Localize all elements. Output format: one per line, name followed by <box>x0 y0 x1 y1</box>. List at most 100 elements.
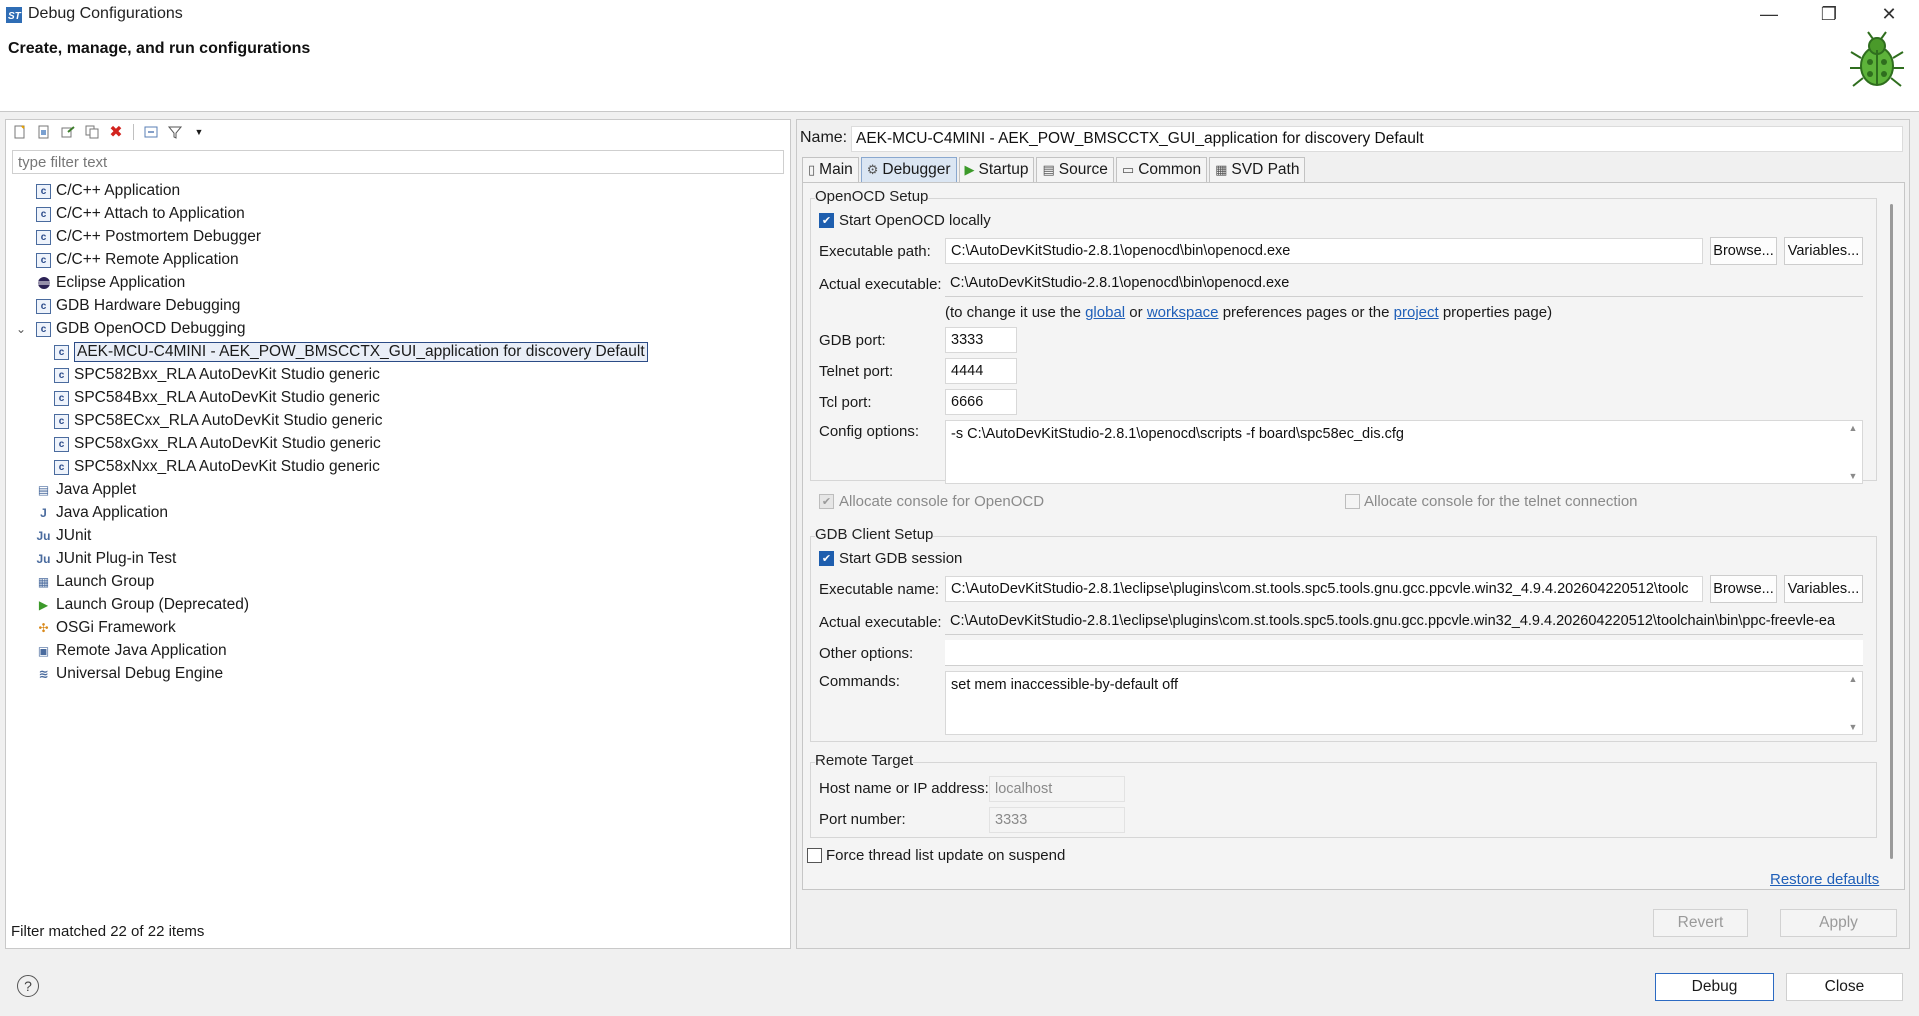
tree-item[interactable]: ▦ Launch Group <box>36 571 154 593</box>
force-thread-update-checkbox[interactable] <box>807 848 822 863</box>
tcl-port-input[interactable]: 6666 <box>945 389 1017 415</box>
tree-item[interactable]: ▤ Java Applet <box>36 479 136 501</box>
c-app-icon: c <box>36 252 51 268</box>
new-config-icon[interactable] <box>10 122 30 142</box>
filter-icon[interactable] <box>165 122 185 142</box>
openocd-variables-button[interactable]: Variables... <box>1784 237 1863 265</box>
start-openocd-checkbox[interactable]: ✔ <box>819 213 834 228</box>
openocd-browse-button[interactable]: Browse... <box>1710 237 1777 265</box>
chevron-down-icon[interactable]: ⌄ <box>16 322 26 336</box>
tab-source[interactable]: ▤ Source <box>1036 157 1114 182</box>
filter-input[interactable] <box>12 150 784 174</box>
tab-startup[interactable]: ▶ Startup <box>958 157 1035 182</box>
project-properties-link[interactable]: project <box>1394 304 1439 321</box>
config-options-textarea[interactable]: -s C:\AutoDevKitStudio-2.8.1\openocd\scr… <box>945 420 1863 484</box>
tree-item[interactable]: c AEK-MCU-C4MINI - AEK_POW_BMSCCTX_GUI_ap… <box>54 341 648 363</box>
chevron-down-icon[interactable]: ▼ <box>189 122 209 142</box>
debug-button[interactable]: Debug <box>1655 973 1774 1001</box>
tree-item[interactable]: c GDB Hardware Debugging <box>36 295 240 317</box>
config-options-scrollbar[interactable]: ▲ ▼ <box>1846 423 1860 481</box>
tab-svd-path[interactable]: ▦ SVD Path <box>1209 157 1306 182</box>
tab-label: Common <box>1138 161 1202 178</box>
tree-item[interactable]: c C/C++ Remote Application <box>36 249 239 271</box>
tree-item-label: SPC58ECxx_RLA AutoDevKit Studio generic <box>74 412 383 429</box>
workspace-preferences-link[interactable]: workspace <box>1147 304 1219 321</box>
preferences-hint: (to change it use the global or workspac… <box>945 304 1552 321</box>
tree-item-label: Universal Debug Engine <box>56 665 224 682</box>
tab-label: Startup <box>978 161 1029 178</box>
tree-item[interactable]: c SPC584Bxx_RLA AutoDevKit Studio generic <box>54 387 380 409</box>
tree-item[interactable]: ≋ Universal Debug Engine <box>36 663 223 685</box>
delete-config-icon[interactable]: ✖ <box>106 122 126 142</box>
tree-item-label: Launch Group <box>56 573 155 590</box>
maximize-button[interactable]: ❐ <box>1800 0 1858 29</box>
start-gdb-session-label: Start GDB session <box>839 550 963 567</box>
new-prototype-icon[interactable] <box>34 122 54 142</box>
tree-item[interactable]: c C/C++ Application <box>36 180 180 202</box>
duplicate-config-icon[interactable] <box>82 122 102 142</box>
commands-textarea[interactable]: set mem inaccessible-by-default off ▲ ▼ <box>945 671 1863 735</box>
tree-item[interactable]: c C/C++ Postmortem Debugger <box>36 226 261 248</box>
tree-item-label: Java Application <box>56 504 169 521</box>
gdb-variables-button[interactable]: Variables... <box>1784 575 1863 603</box>
port-number-label: Port number: <box>819 811 906 828</box>
host-input[interactable]: localhost <box>989 776 1125 802</box>
port-number-input[interactable]: 3333 <box>989 807 1125 833</box>
commands-scrollbar[interactable]: ▲ ▼ <box>1846 674 1860 732</box>
panel-scrollbar[interactable] <box>1890 204 1893 859</box>
allocate-openocd-console-checkbox[interactable]: ✔ <box>819 494 834 509</box>
gdb-exec-name-input[interactable]: C:\AutoDevKitStudio-2.8.1\eclipse\plugin… <box>945 576 1703 602</box>
scroll-up-icon[interactable]: ▲ <box>1849 423 1858 433</box>
tree-item[interactable]: ✣ OSGi Framework <box>36 617 176 639</box>
config-options-text: -s C:\AutoDevKitStudio-2.8.1\openocd\scr… <box>951 426 1404 442</box>
minimize-button[interactable]: — <box>1740 0 1798 29</box>
tree-item[interactable]: ▣ Remote Java Application <box>36 640 227 662</box>
allocate-telnet-console-checkbox[interactable] <box>1345 494 1360 509</box>
tree-item[interactable]: c C/C++ Attach to Application <box>36 203 245 225</box>
tree-item[interactable]: ⌄ c GDB OpenOCD Debugging <box>16 318 246 340</box>
other-options-input[interactable] <box>945 640 1863 666</box>
tree-item[interactable]: Ju JUnit Plug-in Test <box>36 548 176 570</box>
tree-item-label: OSGi Framework <box>56 619 176 636</box>
tree-item[interactable]: c SPC58ECxx_RLA AutoDevKit Studio generic <box>54 410 382 432</box>
debug-bug-icon <box>1850 31 1904 87</box>
close-button[interactable]: Close <box>1786 973 1903 1001</box>
debugger-tab-icon: ⚙ <box>866 162 879 177</box>
hint-prefix: (to change it use the <box>945 304 1086 321</box>
close-icon: ✕ <box>1881 4 1897 24</box>
tree-item[interactable]: c SPC58xGxx_RLA AutoDevKit Studio generic <box>54 433 381 455</box>
global-preferences-link[interactable]: global <box>1085 304 1125 321</box>
tree-item[interactable]: c SPC58xNxx_RLA AutoDevKit Studio generic <box>54 456 380 478</box>
c-app-icon: c <box>36 183 51 199</box>
openocd-exec-path-input[interactable]: C:\AutoDevKitStudio-2.8.1\openocd\bin\op… <box>945 238 1703 264</box>
hint-middle: preferences pages or the <box>1218 304 1394 321</box>
configuration-name-input[interactable] <box>851 126 1903 152</box>
revert-button[interactable]: Revert <box>1653 909 1748 937</box>
apply-button[interactable]: Apply <box>1780 909 1897 937</box>
restore-defaults-link[interactable]: Restore defaults <box>1770 871 1879 888</box>
tree-item[interactable]: c SPC582Bxx_RLA AutoDevKit Studio generic <box>54 364 380 386</box>
tree-item[interactable]: J Java Application <box>36 502 168 524</box>
export-config-icon[interactable] <box>58 122 78 142</box>
scroll-up-icon[interactable]: ▲ <box>1849 674 1858 684</box>
tree-item[interactable]: Ju JUnit <box>36 525 91 547</box>
tree-item-label: Java Applet <box>56 481 137 498</box>
scroll-down-icon[interactable]: ▼ <box>1849 471 1858 481</box>
gdb-port-input[interactable]: 3333 <box>945 327 1017 353</box>
allocate-telnet-console-label: Allocate console for the telnet connecti… <box>1364 493 1638 510</box>
start-gdb-session-checkbox[interactable]: ✔ <box>819 551 834 566</box>
tab-common[interactable]: ▭ Common <box>1115 157 1208 182</box>
c-app-icon: c <box>54 390 69 406</box>
tree-item[interactable]: Eclipse Application <box>36 272 185 294</box>
collapse-all-icon[interactable] <box>141 122 161 142</box>
scroll-down-icon[interactable]: ▼ <box>1849 722 1858 732</box>
check-icon: ✔ <box>821 553 832 565</box>
telnet-port-input[interactable]: 4444 <box>945 358 1017 384</box>
tab-main[interactable]: ▯ Main <box>802 157 859 182</box>
help-icon[interactable]: ? <box>17 975 39 997</box>
tab-debugger[interactable]: ⚙ Debugger <box>860 157 957 182</box>
gdb-browse-button[interactable]: Browse... <box>1710 575 1777 603</box>
close-window-button[interactable]: ✕ <box>1860 0 1918 29</box>
tree-item[interactable]: ▶ Launch Group (Deprecated) <box>36 594 249 616</box>
minimize-icon: — <box>1760 4 1778 24</box>
